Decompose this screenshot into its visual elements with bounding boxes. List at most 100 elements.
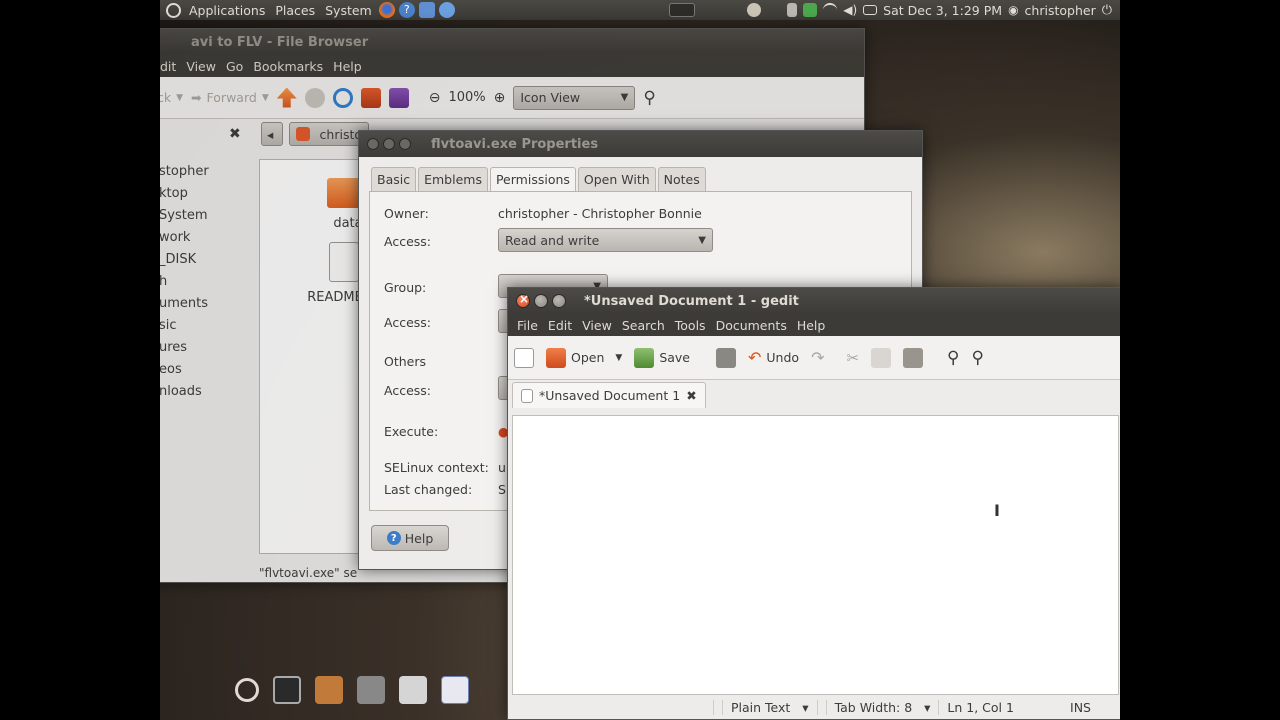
- path-button[interactable]: christo: [289, 122, 369, 146]
- up-arrow-icon[interactable]: [276, 87, 297, 108]
- file-browser-titlebar[interactable]: avi to FLV - File Browser: [160, 29, 864, 55]
- minimize-icon[interactable]: [383, 138, 395, 150]
- update-icon[interactable]: [803, 3, 818, 17]
- text-editor-icon[interactable]: [441, 676, 469, 704]
- firefox-icon[interactable]: [378, 2, 395, 18]
- text-file-icon: [329, 242, 359, 282]
- sidebar-item-disk[interactable]: _DISK: [160, 249, 246, 271]
- ubuntu-logo-icon[interactable]: [166, 2, 181, 18]
- close-icon[interactable]: [367, 138, 379, 150]
- tab-permissions[interactable]: Permissions: [489, 167, 576, 191]
- sidebar-item-videos[interactable]: eos: [160, 359, 246, 381]
- paste-icon[interactable]: [903, 347, 924, 368]
- maximize-icon[interactable]: [552, 294, 566, 308]
- open-button[interactable]: Open ▼: [546, 347, 622, 368]
- menu-search[interactable]: Search: [617, 318, 670, 333]
- menu-places[interactable]: Places: [270, 3, 320, 18]
- forward-button[interactable]: ➡ Forward ▼: [191, 90, 269, 105]
- path-left-arrow-button[interactable]: ◂: [261, 122, 283, 146]
- reload-icon[interactable]: [332, 87, 353, 108]
- ubuntu-dock-icon[interactable]: [235, 678, 259, 702]
- tab-emblems[interactable]: Emblems: [418, 167, 488, 191]
- owner-label: Owner:: [384, 206, 429, 221]
- text-editor[interactable]: I: [512, 415, 1119, 695]
- gedit-titlebar[interactable]: *Unsaved Document 1 - gedit: [508, 288, 1120, 314]
- menu-applications[interactable]: Applications: [184, 3, 270, 18]
- tab-notes[interactable]: Notes: [657, 167, 706, 191]
- battery-icon[interactable]: [787, 3, 798, 17]
- menu-documents[interactable]: Documents: [711, 318, 792, 333]
- view-mode-label: Icon View: [520, 90, 581, 105]
- print-icon[interactable]: [716, 347, 736, 368]
- chat-icon[interactable]: [438, 2, 455, 18]
- menu-go[interactable]: Go: [221, 59, 248, 74]
- stop-icon[interactable]: [304, 87, 325, 108]
- maximize-icon[interactable]: [399, 138, 411, 150]
- language-select[interactable]: Plain Text ▾: [713, 699, 817, 715]
- menu-help[interactable]: Help: [328, 59, 367, 74]
- zoom-level: 100%: [448, 90, 486, 105]
- help-icon[interactable]: ?: [398, 2, 415, 18]
- tab-width-select[interactable]: Tab Width: 8 ▾: [816, 699, 939, 715]
- owner-access-select[interactable]: Read and write ▼: [498, 228, 713, 252]
- menu-edit[interactable]: dit: [160, 59, 181, 74]
- properties-titlebar[interactable]: flvtoavi.exe Properties: [359, 131, 922, 157]
- close-tab-icon[interactable]: ✖: [686, 388, 696, 403]
- menu-system[interactable]: System: [320, 3, 377, 18]
- zoom-out-icon[interactable]: ⊖: [429, 90, 441, 106]
- wifi-icon[interactable]: [823, 3, 838, 17]
- cut-icon[interactable]: ✂: [846, 349, 859, 367]
- search-icon[interactable]: ⚲: [643, 88, 655, 108]
- menu-bookmarks[interactable]: Bookmarks: [248, 59, 328, 74]
- terminal-icon[interactable]: [273, 676, 301, 704]
- sidebar-item-desktop[interactable]: ktop: [160, 183, 246, 205]
- sidebar-item-network[interactable]: work: [160, 227, 246, 249]
- view-mode-select[interactable]: Icon View ▼: [513, 85, 636, 110]
- replace-icon[interactable]: ⚲: [972, 348, 984, 368]
- tab-basic[interactable]: Basic: [371, 167, 417, 191]
- menu-help[interactable]: Help: [792, 318, 831, 333]
- close-icon[interactable]: [516, 292, 530, 308]
- sidebar-item-pictures[interactable]: ures: [160, 337, 246, 359]
- new-document-icon[interactable]: [514, 347, 534, 368]
- menu-file[interactable]: File: [512, 318, 543, 333]
- user-name[interactable]: christopher: [1025, 3, 1096, 18]
- clock[interactable]: Sat Dec 3, 1:29 PM: [883, 3, 1002, 18]
- undo-button[interactable]: ↶ Undo: [748, 348, 799, 367]
- mail-icon[interactable]: [418, 2, 435, 18]
- menu-view[interactable]: View: [577, 318, 617, 333]
- owner-access-value: Read and write: [505, 232, 600, 248]
- find-icon[interactable]: ⚲: [947, 348, 959, 368]
- home-icon[interactable]: [360, 87, 381, 108]
- power-icon[interactable]: ⏻: [1102, 3, 1112, 18]
- window-indicator-icon[interactable]: [669, 3, 696, 17]
- open-dropdown-icon[interactable]: ▼: [615, 353, 622, 363]
- network-manager-icon[interactable]: [747, 3, 762, 17]
- back-button[interactable]: ck ▼: [160, 90, 183, 105]
- menu-view[interactable]: View: [181, 59, 221, 74]
- help-button[interactable]: ? Help: [371, 525, 449, 551]
- sidebar-item-music[interactable]: sic: [160, 315, 246, 337]
- system-monitor-icon[interactable]: [357, 676, 385, 704]
- redo-icon[interactable]: ↷: [811, 348, 824, 367]
- tab-open-with[interactable]: Open With: [577, 167, 656, 191]
- menu-tools[interactable]: Tools: [670, 318, 711, 333]
- tab-unsaved-document[interactable]: *Unsaved Document 1 ✖: [512, 382, 706, 408]
- sidebar-item-file-system[interactable]: System: [160, 205, 246, 227]
- sidebar-item-downloads[interactable]: nloads: [160, 381, 246, 403]
- package-icon[interactable]: [315, 676, 343, 704]
- menu-edit[interactable]: Edit: [543, 318, 577, 333]
- sidebar-item-trash[interactable]: h: [160, 271, 246, 293]
- close-sidebar-icon[interactable]: ✖: [229, 126, 241, 142]
- calculator-icon[interactable]: [399, 676, 427, 704]
- zoom-in-icon[interactable]: ⊕: [494, 90, 506, 106]
- sidebar-item-documents[interactable]: uments: [160, 293, 246, 315]
- message-icon[interactable]: [863, 5, 878, 15]
- user-icon[interactable]: ◉: [1008, 3, 1018, 17]
- computer-icon[interactable]: [388, 87, 409, 108]
- minimize-icon[interactable]: [534, 294, 548, 308]
- save-button[interactable]: Save: [634, 347, 690, 368]
- sidebar-item-home[interactable]: stopher: [160, 161, 246, 183]
- volume-icon[interactable]: ◀): [843, 3, 857, 17]
- copy-icon[interactable]: [871, 347, 892, 368]
